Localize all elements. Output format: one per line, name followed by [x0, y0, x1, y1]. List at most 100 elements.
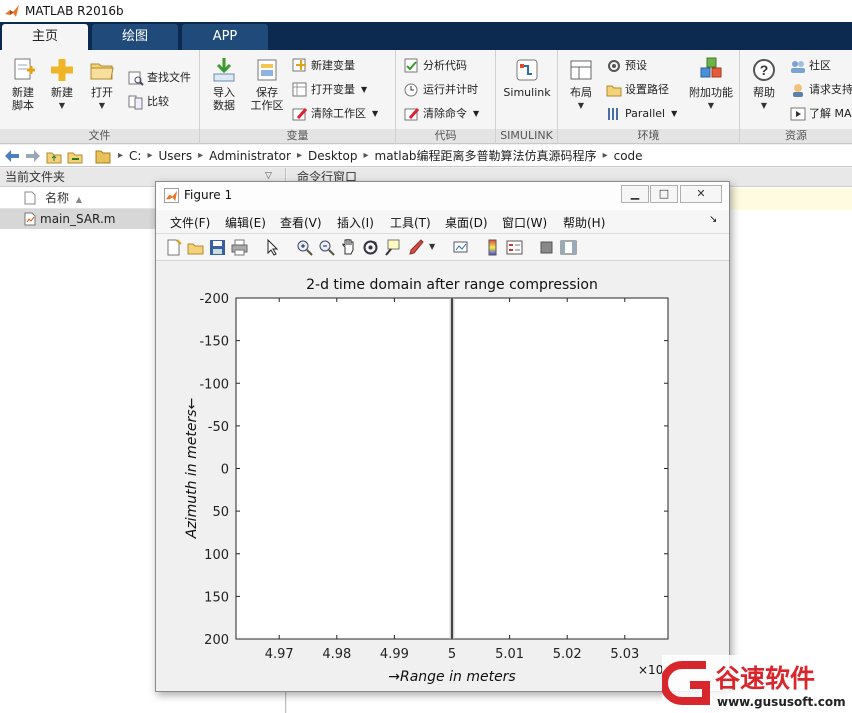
- open-file-icon[interactable]: [187, 239, 204, 256]
- y-tick-label: 100: [204, 548, 229, 563]
- run-and-time-icon: [404, 83, 418, 97]
- chevron-down-icon: ▼: [361, 85, 368, 94]
- brush-icon[interactable]: [408, 239, 425, 256]
- help-button[interactable]: ? 帮助 ▼: [744, 56, 784, 112]
- ribbon-group-resources: ? 帮助 ▼ 社区 请求支持 了解 MA 资源: [740, 50, 852, 144]
- breadcrumb-users[interactable]: Users: [158, 149, 192, 163]
- back-arrow-icon[interactable]: [3, 148, 21, 164]
- tab-apps[interactable]: APP: [182, 24, 268, 50]
- learn-matlab-button[interactable]: 了解 MA: [790, 104, 852, 124]
- clear-commands-button[interactable]: 清除命令 ▼: [404, 104, 479, 124]
- find-files-button[interactable]: 查找文件: [128, 68, 191, 88]
- import-data-button[interactable]: 导入 数据: [204, 56, 244, 112]
- new-plus-icon: [51, 59, 73, 81]
- run-and-time-button[interactable]: 运行并计时: [404, 80, 478, 100]
- open-variable-button[interactable]: 打开变量 ▼: [292, 80, 367, 100]
- compare-button[interactable]: 比较: [128, 92, 169, 112]
- sort-up-icon: ▲: [75, 195, 82, 204]
- chevron-down-icon: ▼: [98, 101, 106, 110]
- save-disk-icon[interactable]: [209, 239, 226, 256]
- breadcrumb-drive[interactable]: C:: [129, 149, 141, 163]
- rotate-3d-icon[interactable]: [362, 239, 379, 256]
- y-axis-label: Azimuth in meters←: [184, 398, 200, 540]
- menu-help[interactable]: 帮助(H): [563, 214, 605, 231]
- y-tick-label: -150: [199, 335, 229, 350]
- x-tick-label: 5.02: [553, 647, 582, 662]
- crumb-separator: ▸: [147, 150, 153, 161]
- preferences-button[interactable]: 预设: [606, 56, 647, 76]
- clear-commands-icon: [404, 108, 420, 121]
- new-variable-button[interactable]: 新建变量: [292, 56, 355, 76]
- zoom-in-icon[interactable]: [296, 239, 313, 256]
- breadcrumb-code[interactable]: code: [614, 149, 643, 163]
- open-button[interactable]: 打开 ▼: [84, 56, 120, 112]
- layout-button[interactable]: 布局 ▼: [564, 56, 598, 112]
- breadcrumb-project-folder[interactable]: matlab编程距离多普勒算法仿真源码程序: [375, 147, 597, 164]
- x-axis-exponent: ×10: [638, 663, 663, 677]
- panel-menu-icon[interactable]: ▽: [265, 171, 272, 181]
- menubar-dock-arrow-icon[interactable]: ↘: [709, 214, 717, 225]
- menu-file[interactable]: 文件(F): [170, 214, 210, 231]
- file-icon: [24, 191, 36, 205]
- ribbon-group-environment: 布局 ▼ 预设 设置路径 Parallel ▼ 附加功能 ▼ 环境: [558, 50, 740, 144]
- forward-arrow-icon[interactable]: [24, 148, 42, 164]
- pointer-arrow-icon[interactable]: [264, 239, 281, 256]
- folder-open-icon: [90, 63, 114, 80]
- crumb-separator: ▸: [296, 150, 302, 161]
- figure-title: Figure 1: [184, 188, 233, 202]
- tab-plots[interactable]: 绘图: [92, 24, 178, 50]
- hide-plot-tools-icon[interactable]: [538, 239, 555, 256]
- x-tick-label: 5.03: [610, 647, 639, 662]
- pan-hand-icon[interactable]: [340, 239, 357, 256]
- new-figure-icon[interactable]: [165, 239, 182, 256]
- print-icon[interactable]: [231, 239, 248, 256]
- menu-desktop[interactable]: 桌面(D): [445, 214, 488, 231]
- analyze-code-button[interactable]: 分析代码: [404, 56, 467, 76]
- menu-tools[interactable]: 工具(T): [390, 214, 431, 231]
- save-workspace-button[interactable]: 保存 工作区: [246, 56, 288, 112]
- menu-edit[interactable]: 编辑(E): [225, 214, 266, 231]
- figure-menubar: 文件(F) 编辑(E) 查看(V) 插入(I) 工具(T) 桌面(D) 窗口(W…: [156, 210, 729, 234]
- y-tick-label: 200: [204, 633, 229, 648]
- menu-insert[interactable]: 插入(I): [337, 214, 374, 231]
- colorbar-icon[interactable]: [484, 239, 501, 256]
- community-icon: [791, 61, 805, 73]
- request-support-button[interactable]: 请求支持: [790, 80, 852, 100]
- set-path-icon: [606, 85, 622, 97]
- y-tick-label: 150: [204, 590, 229, 605]
- maximize-button[interactable]: □: [650, 185, 678, 203]
- brush-dropdown-icon[interactable]: ▼: [429, 242, 435, 251]
- chevron-down-icon: ▼: [58, 101, 66, 110]
- breadcrumb-administrator[interactable]: Administrator: [209, 149, 291, 163]
- new-script-button[interactable]: 新建 脚本: [4, 56, 42, 112]
- menu-window[interactable]: 窗口(W): [502, 214, 547, 231]
- tab-home[interactable]: 主页: [2, 24, 88, 50]
- community-button[interactable]: 社区: [790, 56, 831, 76]
- ribbon: 新建 脚本 新建 ▼ 打开 ▼ 查找文件 比较 文件 导入 数据 保存 工作区 …: [0, 50, 852, 144]
- x-tick-label: 5.01: [495, 647, 524, 662]
- menu-view[interactable]: 查看(V): [280, 214, 322, 231]
- simulink-button[interactable]: Simulink: [499, 56, 555, 99]
- analyze-code-icon: [404, 58, 418, 73]
- browse-folder-icon[interactable]: [66, 148, 84, 164]
- breadcrumb-desktop[interactable]: Desktop: [308, 149, 358, 163]
- plot-axes[interactable]: 4.97 4.98 4.99 5 5.01 5.02 5.03 -200 -150 -100 -5…: [156, 262, 729, 691]
- legend-icon[interactable]: [506, 239, 523, 256]
- clear-workspace-button[interactable]: 清除工作区 ▼: [292, 104, 378, 124]
- save-workspace-icon: [257, 59, 277, 81]
- zoom-out-icon[interactable]: [318, 239, 335, 256]
- parallel-button[interactable]: Parallel ▼: [606, 104, 677, 124]
- link-plot-icon[interactable]: [452, 239, 469, 256]
- addons-button[interactable]: 附加功能 ▼: [686, 56, 736, 112]
- figure-window: Figure 1 ▁ □ ✕ 文件(F) 编辑(E) 查看(V) 插入(I) 工…: [155, 181, 730, 692]
- show-plot-tools-icon[interactable]: [560, 239, 577, 256]
- new-button[interactable]: 新建 ▼: [44, 56, 80, 112]
- play-video-icon: [790, 107, 806, 121]
- set-path-button[interactable]: 设置路径: [606, 80, 669, 100]
- gear-icon: [608, 60, 620, 72]
- data-cursor-icon[interactable]: [384, 239, 401, 256]
- close-button[interactable]: ✕: [680, 185, 722, 203]
- x-tick-label: 4.98: [322, 647, 351, 662]
- minimize-button[interactable]: ▁: [621, 185, 649, 203]
- up-folder-icon[interactable]: [45, 148, 63, 164]
